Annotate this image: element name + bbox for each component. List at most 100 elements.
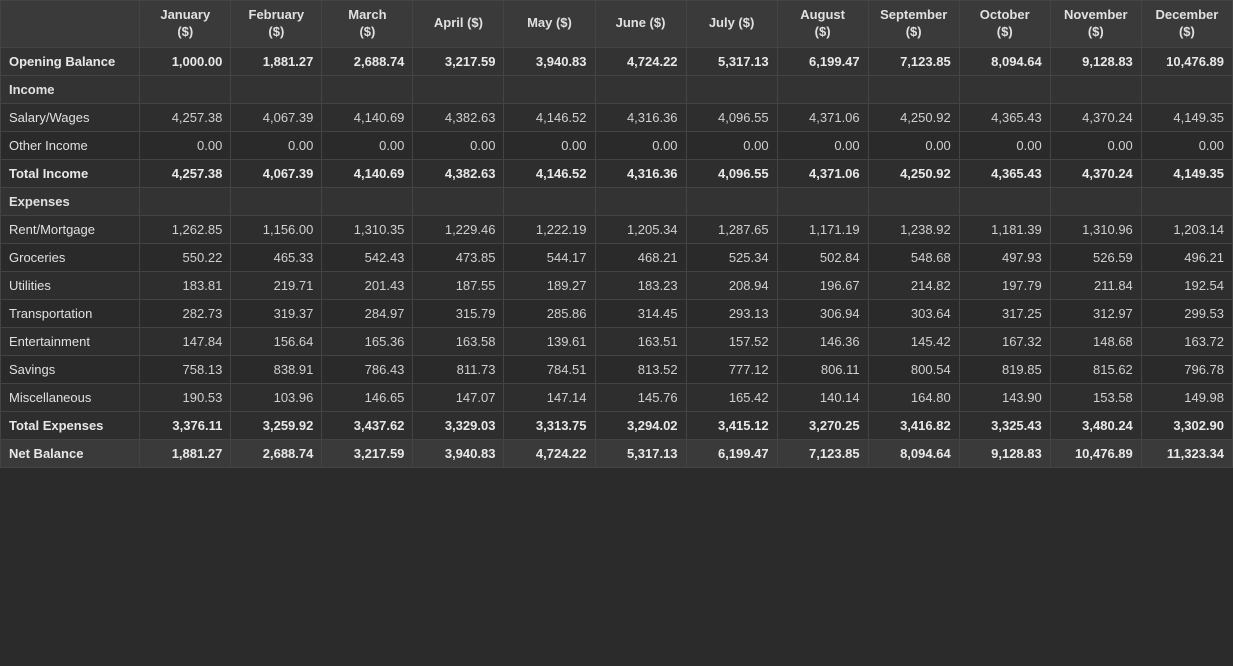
expense-row-1: Groceries 550.22465.33542.43473.85544.17…: [1, 243, 1233, 271]
cell-value: 4,140.69: [322, 103, 413, 131]
cell-value: 1,000.00: [140, 47, 231, 75]
cell-value: 3,313.75: [504, 411, 595, 439]
cell-value: 196.67: [777, 271, 868, 299]
cell-value: 146.36: [777, 327, 868, 355]
cell-value: 319.37: [231, 299, 322, 327]
cell-value: 4,149.35: [1141, 159, 1232, 187]
empty-cell: [595, 75, 686, 103]
total-income-label: Total Income: [1, 159, 140, 187]
net-balance-row: Net Balance 1,881.272,688.743,217.593,94…: [1, 439, 1233, 467]
expense-row-label: Rent/Mortgage: [1, 215, 140, 243]
expense-row-label: Entertainment: [1, 327, 140, 355]
cell-value: 5,317.13: [686, 47, 777, 75]
cell-value: 3,329.03: [413, 411, 504, 439]
empty-cell: [231, 187, 322, 215]
empty-cell: [777, 187, 868, 215]
header-row: January($) February($) March($) April ($…: [1, 1, 1233, 48]
cell-value: 806.11: [777, 355, 868, 383]
cell-value: 303.64: [868, 299, 959, 327]
cell-value: 3,259.92: [231, 411, 322, 439]
cell-value: 183.81: [140, 271, 231, 299]
cell-value: 10,476.89: [1141, 47, 1232, 75]
cell-value: 0.00: [140, 131, 231, 159]
income-header-row: Income: [1, 75, 1233, 103]
empty-cell: [413, 187, 504, 215]
cell-value: 315.79: [413, 299, 504, 327]
cell-value: 3,415.12: [686, 411, 777, 439]
cell-value: 282.73: [140, 299, 231, 327]
cell-value: 468.21: [595, 243, 686, 271]
cell-value: 317.25: [959, 299, 1050, 327]
cell-value: 163.51: [595, 327, 686, 355]
cell-value: 10,476.89: [1050, 439, 1141, 467]
cell-value: 4,370.24: [1050, 159, 1141, 187]
cell-value: 4,365.43: [959, 103, 1050, 131]
cell-value: 525.34: [686, 243, 777, 271]
budget-table: January($) February($) March($) April ($…: [0, 0, 1233, 468]
cell-value: 140.14: [777, 383, 868, 411]
cell-value: 3,302.90: [1141, 411, 1232, 439]
cell-value: 153.58: [1050, 383, 1141, 411]
cell-value: 4,146.52: [504, 159, 595, 187]
cell-value: 0.00: [595, 131, 686, 159]
cell-value: 190.53: [140, 383, 231, 411]
cell-value: 4,096.55: [686, 159, 777, 187]
cell-value: 7,123.85: [868, 47, 959, 75]
cell-value: 0.00: [322, 131, 413, 159]
income-row-label: Other Income: [1, 131, 140, 159]
opening-balance-label: Opening Balance: [1, 47, 140, 75]
cell-value: 0.00: [1141, 131, 1232, 159]
cell-value: 293.13: [686, 299, 777, 327]
col-nov: November($): [1050, 1, 1141, 48]
cell-value: 6,199.47: [777, 47, 868, 75]
cell-value: 0.00: [686, 131, 777, 159]
cell-value: 4,371.06: [777, 159, 868, 187]
cell-value: 187.55: [413, 271, 504, 299]
cell-value: 0.00: [1050, 131, 1141, 159]
cell-value: 0.00: [777, 131, 868, 159]
cell-value: 2,688.74: [322, 47, 413, 75]
cell-value: 1,222.19: [504, 215, 595, 243]
cell-value: 147.14: [504, 383, 595, 411]
expense-row-label: Utilities: [1, 271, 140, 299]
cell-value: 784.51: [504, 355, 595, 383]
cell-value: 786.43: [322, 355, 413, 383]
expense-row-6: Miscellaneous 190.53103.96146.65147.0714…: [1, 383, 1233, 411]
empty-cell: [1141, 187, 1232, 215]
col-sep: September($): [868, 1, 959, 48]
cell-value: 148.68: [1050, 327, 1141, 355]
cell-value: 3,325.43: [959, 411, 1050, 439]
cell-value: 2,688.74: [231, 439, 322, 467]
cell-value: 312.97: [1050, 299, 1141, 327]
cell-value: 1,287.65: [686, 215, 777, 243]
cell-value: 4,146.52: [504, 103, 595, 131]
empty-cell: [868, 75, 959, 103]
cell-value: 4,316.36: [595, 103, 686, 131]
col-apr: April ($): [413, 1, 504, 48]
cell-value: 815.62: [1050, 355, 1141, 383]
expense-row-3: Transportation 282.73319.37284.97315.792…: [1, 299, 1233, 327]
empty-cell: [1141, 75, 1232, 103]
empty-cell: [686, 187, 777, 215]
cell-value: 3,437.62: [322, 411, 413, 439]
cell-value: 7,123.85: [777, 439, 868, 467]
col-oct: October($): [959, 1, 1050, 48]
empty-cell: [140, 187, 231, 215]
cell-value: 164.80: [868, 383, 959, 411]
cell-value: 6,199.47: [686, 439, 777, 467]
cell-value: 4,316.36: [595, 159, 686, 187]
cell-value: 819.85: [959, 355, 1050, 383]
cell-value: 139.61: [504, 327, 595, 355]
cell-value: 9,128.83: [1050, 47, 1141, 75]
cell-value: 4,250.92: [868, 103, 959, 131]
cell-value: 5,317.13: [595, 439, 686, 467]
cell-value: 496.21: [1141, 243, 1232, 271]
col-aug: August($): [777, 1, 868, 48]
cell-value: 299.53: [1141, 299, 1232, 327]
cell-value: 4,257.38: [140, 159, 231, 187]
col-feb: February($): [231, 1, 322, 48]
cell-value: 502.84: [777, 243, 868, 271]
cell-value: 0.00: [231, 131, 322, 159]
empty-cell: [868, 187, 959, 215]
cell-value: 497.93: [959, 243, 1050, 271]
